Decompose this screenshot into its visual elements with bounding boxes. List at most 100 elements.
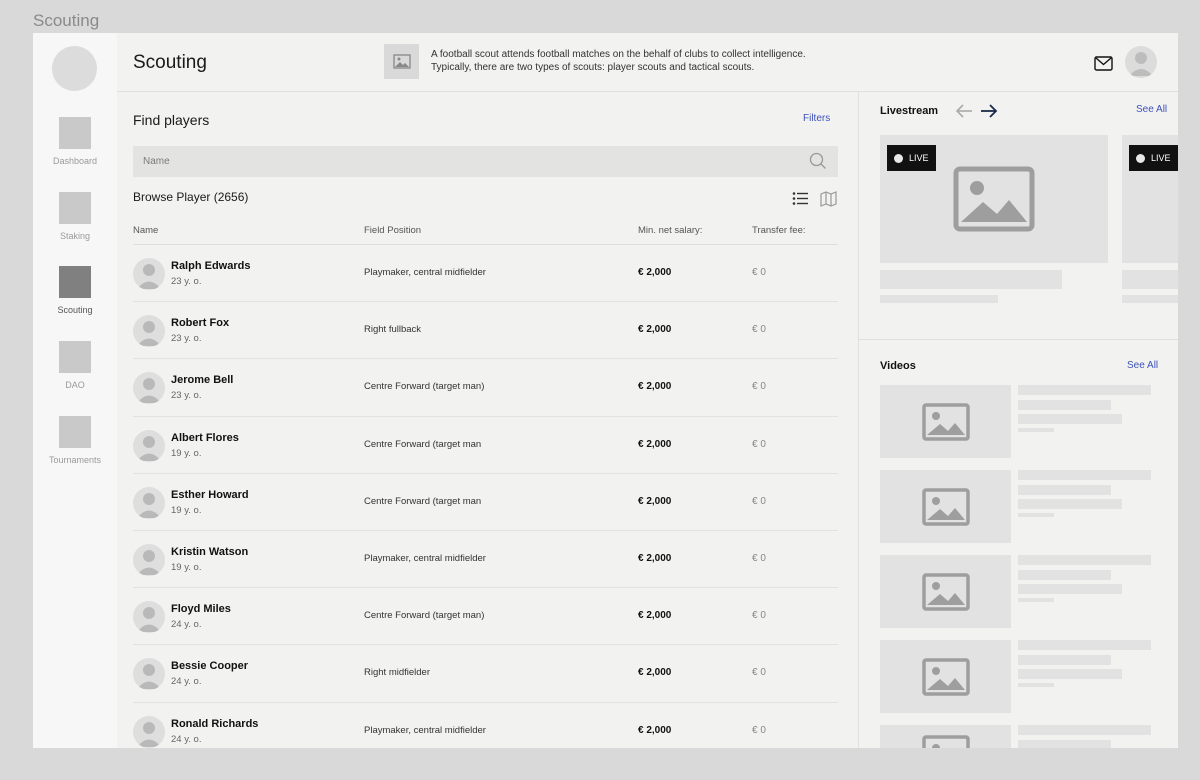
player-position: Centre Forward (target man) <box>364 610 485 622</box>
player-name: Ronald Richards <box>171 717 259 730</box>
player-age: 23 y. o. <box>171 390 202 402</box>
player-fee: € 0 <box>752 610 766 622</box>
livestream-card[interactable]: LIVE <box>880 135 1108 263</box>
player-fee: € 0 <box>752 381 766 393</box>
table-row[interactable]: Ralph Edwards 23 y. o. Playmaker, centra… <box>133 245 838 303</box>
player-age: 19 y. o. <box>171 504 202 516</box>
player-fee: € 0 <box>752 724 766 736</box>
skeleton-line <box>1018 570 1111 580</box>
player-salary: € 2,000 <box>638 324 672 336</box>
image-placeholder-icon <box>921 657 970 696</box>
live-badge-label: LIVE <box>1151 153 1171 163</box>
avatar <box>133 601 165 634</box>
live-badge-label: LIVE <box>909 153 929 163</box>
videos-see-all-link[interactable]: See All <box>1127 360 1158 371</box>
column-header-name[interactable]: Name <box>133 225 158 236</box>
live-badge: LIVE <box>887 145 936 171</box>
player-fee: € 0 <box>752 267 766 278</box>
image-placeholder-icon <box>921 487 970 526</box>
player-salary: € 2,000 <box>638 610 672 622</box>
info-image-icon <box>384 44 419 79</box>
player-salary: € 2,000 <box>638 267 672 278</box>
right-panel: Livestream See All LIVE LIVE Videos See … <box>858 92 1178 748</box>
player-name: Jerome Bell <box>171 374 234 387</box>
player-fee: € 0 <box>752 324 766 336</box>
sidebar-item-scouting[interactable]: Scouting <box>33 266 117 315</box>
staking-icon <box>59 192 91 224</box>
sidebar-item-staking[interactable]: Staking <box>33 192 117 241</box>
player-salary: € 2,000 <box>638 438 672 450</box>
video-thumbnail[interactable] <box>880 555 1011 628</box>
table-row[interactable]: Ronald Richards 24 y. o. Playmaker, cent… <box>133 703 838 749</box>
player-salary: € 2,000 <box>638 552 672 564</box>
image-placeholder-icon <box>921 572 970 611</box>
skeleton-line <box>1018 470 1151 480</box>
video-thumbnail[interactable] <box>880 385 1011 458</box>
divider <box>859 339 1178 340</box>
browse-title: Browse Player (2656) <box>133 190 249 204</box>
video-thumbnail[interactable] <box>880 470 1011 543</box>
sidebar-item-dao[interactable]: DAO <box>33 341 117 390</box>
skeleton-line <box>1122 295 1178 303</box>
image-placeholder-icon <box>921 402 970 441</box>
sidebar-item-label: DAO <box>65 380 85 390</box>
player-name: Bessie Cooper <box>171 660 249 673</box>
info-line: Typically, there are two types of scouts… <box>431 62 755 73</box>
player-name: Esther Howard <box>171 488 249 501</box>
sidebar-item-label: Tournaments <box>48 455 102 465</box>
list-view-icon[interactable] <box>792 191 809 211</box>
table-row[interactable]: Kristin Watson 19 y. o. Playmaker, centr… <box>133 531 838 589</box>
skeleton-line <box>1018 669 1122 679</box>
table-row[interactable]: Bessie Cooper 24 y. o. Right midfielder … <box>133 645 838 703</box>
arrow-left-icon[interactable] <box>955 104 973 123</box>
skeleton-line <box>1018 725 1151 735</box>
live-badge: LIVE <box>1129 145 1178 171</box>
video-thumbnail[interactable] <box>880 640 1011 713</box>
table-row[interactable]: Jerome Bell 23 y. o. Centre Forward (tar… <box>133 359 838 417</box>
skeleton-line <box>1018 499 1122 509</box>
avatar <box>133 258 165 290</box>
mail-icon[interactable] <box>1094 56 1113 76</box>
sidebar-item-tournaments[interactable]: Tournaments <box>33 416 117 465</box>
table-row[interactable]: Albert Flores 19 y. o. Centre Forward (t… <box>133 417 838 474</box>
image-placeholder-icon <box>953 166 1035 237</box>
search-input[interactable] <box>133 146 838 177</box>
skeleton-line <box>1018 485 1111 495</box>
skeleton-line <box>1018 740 1111 748</box>
avatar <box>133 372 165 405</box>
videos-title: Videos <box>880 360 916 372</box>
skeleton-line <box>1122 270 1178 289</box>
main-content: Find players Filters Browse Player (2656… <box>117 92 858 748</box>
table-row[interactable]: Floyd Miles 24 y. o. Centre Forward (tar… <box>133 588 838 646</box>
player-age: 24 y. o. <box>171 676 202 688</box>
column-header-position[interactable]: Field Position <box>364 225 421 236</box>
player-position: Playmaker, central midfielder <box>364 552 486 564</box>
player-age: 24 y. o. <box>171 733 202 745</box>
player-salary: € 2,000 <box>638 495 672 507</box>
sidebar-avatar[interactable] <box>52 46 97 91</box>
skeleton-line <box>880 270 1062 289</box>
arrow-right-icon[interactable] <box>980 104 998 123</box>
column-header-salary[interactable]: Min. net salary: <box>638 225 702 236</box>
skeleton-line <box>880 295 998 303</box>
table-row[interactable]: Esther Howard 19 y. o. Centre Forward (t… <box>133 474 838 531</box>
map-view-icon[interactable] <box>820 191 837 212</box>
avatar <box>133 486 165 519</box>
sidebar-item-label: Staking <box>59 231 91 241</box>
column-header-fee[interactable]: Transfer fee: <box>752 225 806 236</box>
dao-icon <box>59 341 91 373</box>
player-position: Centre Forward (target man <box>364 495 482 507</box>
table-row[interactable]: Robert Fox 23 y. o. Right fullback € 2,0… <box>133 302 838 360</box>
user-avatar[interactable] <box>1125 46 1157 78</box>
skeleton-line <box>1018 640 1151 650</box>
players-table: Ralph Edwards 23 y. o. Playmaker, centra… <box>133 245 838 748</box>
livestream-card[interactable]: LIVE <box>1122 135 1178 263</box>
search-icon[interactable] <box>809 152 827 175</box>
filters-link[interactable]: Filters <box>803 113 830 124</box>
video-thumbnail[interactable] <box>880 725 1011 748</box>
live-dot-icon <box>1136 153 1145 163</box>
live-dot-icon <box>894 153 903 163</box>
sidebar-item-dashboard[interactable]: Dashboard <box>33 117 117 166</box>
sidebar-item-label: Scouting <box>57 305 93 315</box>
livestream-see-all-link[interactable]: See All <box>1136 104 1167 115</box>
